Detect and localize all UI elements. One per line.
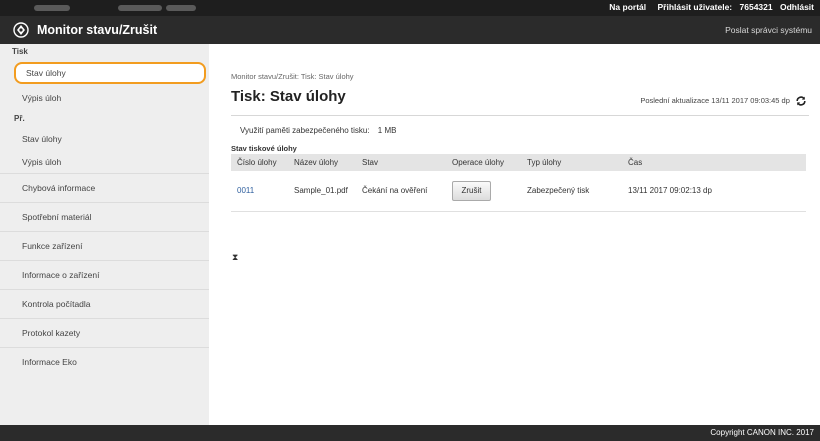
job-table: Číslo úlohy Název úlohy Stav Operace úlo…: [231, 154, 806, 212]
sidebar-item-label: Kontrola počítadla: [22, 299, 91, 309]
column-header: Číslo úlohy: [231, 154, 288, 171]
copyright: Copyright CANON INC. 2017: [710, 428, 814, 437]
top-links: Na portál Přihlásit uživatele: 7654321 O…: [600, 2, 814, 12]
column-header: Stav: [356, 154, 446, 171]
login-user-link[interactable]: Přihlásit uživatele:: [658, 2, 733, 12]
sidebar-item-cartridge-log[interactable]: Protokol kazety: [0, 319, 209, 347]
sidebar-item-label: Výpis úloh: [22, 93, 62, 103]
sidebar-item-label: Výpis úloh: [22, 157, 62, 167]
breadcrumb: Monitor stavu/Zrušit: Tisk: Stav úlohy: [231, 72, 354, 81]
job-type: Zabezpečený tisk: [521, 171, 622, 212]
blurred-region: [34, 5, 70, 11]
sidebar-item-device-info[interactable]: Informace o zařízení: [0, 261, 209, 289]
job-number-link[interactable]: 0011: [237, 186, 254, 195]
blurred-region: [166, 5, 196, 11]
sidebar: Tisk Stav úlohy Výpis úloh Př. Stav úloh…: [0, 44, 209, 425]
sidebar-section-receive: Př.: [14, 114, 25, 123]
table-title: Stav tiskové úlohy: [231, 144, 297, 153]
memory-usage-value: 1 MB: [377, 126, 397, 135]
job-status: Čekání na ověření: [356, 171, 446, 212]
refresh-icon[interactable]: [795, 95, 807, 107]
sidebar-item-label: Chybová informace: [22, 183, 96, 193]
app-title: Monitor stavu/Zrušit: [37, 23, 158, 37]
last-update-text: Poslední aktualizace 13/11 2017 09:03:45…: [640, 95, 790, 105]
table-row: 0011 Sample_01.pdf Čekání na ověření Zru…: [231, 171, 806, 212]
sidebar-item-consumables[interactable]: Spotřební materiál: [0, 203, 209, 231]
page-title: Tisk: Stav úlohy: [231, 88, 346, 105]
sidebar-item-rx-job-log[interactable]: Výpis úloh: [0, 150, 209, 173]
sidebar-item-label: Stav úlohy: [22, 134, 62, 144]
cancel-button[interactable]: Zrušit: [452, 180, 491, 201]
title-bar: Monitor stavu/Zrušit Poslat správci syst…: [0, 16, 820, 44]
memory-usage: Využití paměti zabezpečeného tisku: 1 MB: [240, 126, 396, 135]
sidebar-item-rx-job-status[interactable]: Stav úlohy: [0, 127, 209, 150]
title-divider: [231, 115, 809, 116]
job-time: 13/11 2017 09:02:13 dp: [622, 171, 806, 212]
column-header: Operace úlohy: [446, 154, 521, 171]
sidebar-item-label: Informace Eko: [22, 357, 77, 367]
last-update: Poslední aktualizace 13/11 2017 09:03:45…: [640, 95, 807, 107]
portal-link[interactable]: Na portál: [609, 2, 646, 12]
job-name: Sample_01.pdf: [288, 171, 356, 212]
top-bar: Na portál Přihlásit uživatele: 7654321 O…: [0, 0, 820, 16]
memory-usage-label: Využití paměti zabezpečeného tisku:: [240, 126, 370, 135]
footer: Copyright CANON INC. 2017: [0, 425, 820, 441]
sidebar-item-label: Protokol kazety: [22, 328, 81, 338]
column-header: Typ úlohy: [521, 154, 622, 171]
back-to-top-icon[interactable]: ⧗: [232, 252, 238, 263]
send-to-admin-link[interactable]: Poslat správci systému: [725, 25, 812, 35]
column-header: Čas: [622, 154, 806, 171]
column-header: Název úlohy: [288, 154, 356, 171]
status-monitor-icon: [13, 22, 29, 38]
table-header-row: Číslo úlohy Název úlohy Stav Operace úlo…: [231, 154, 806, 171]
blurred-region: [118, 5, 162, 11]
sidebar-section-print: Tisk: [12, 47, 28, 56]
user-id: 7654321: [739, 2, 773, 12]
sidebar-item-device-features[interactable]: Funkce zařízení: [0, 232, 209, 260]
sidebar-item-label: Informace o zařízení: [22, 270, 100, 280]
sidebar-item-print-job-status[interactable]: Stav úlohy: [0, 60, 209, 86]
sidebar-item-counter-check[interactable]: Kontrola počítadla: [0, 290, 209, 318]
main-content: Monitor stavu/Zrušit: Tisk: Stav úlohy T…: [209, 44, 820, 425]
sidebar-item-label: Stav úlohy: [14, 62, 206, 84]
sidebar-item-label: Spotřební materiál: [22, 212, 92, 222]
sidebar-item-eco-info[interactable]: Informace Eko: [0, 348, 209, 376]
logout-link[interactable]: Odhlásit: [780, 2, 814, 12]
sidebar-item-label: Funkce zařízení: [22, 241, 83, 251]
sidebar-item-error-info[interactable]: Chybová informace: [0, 174, 209, 202]
sidebar-item-print-job-log[interactable]: Výpis úloh: [0, 86, 209, 109]
